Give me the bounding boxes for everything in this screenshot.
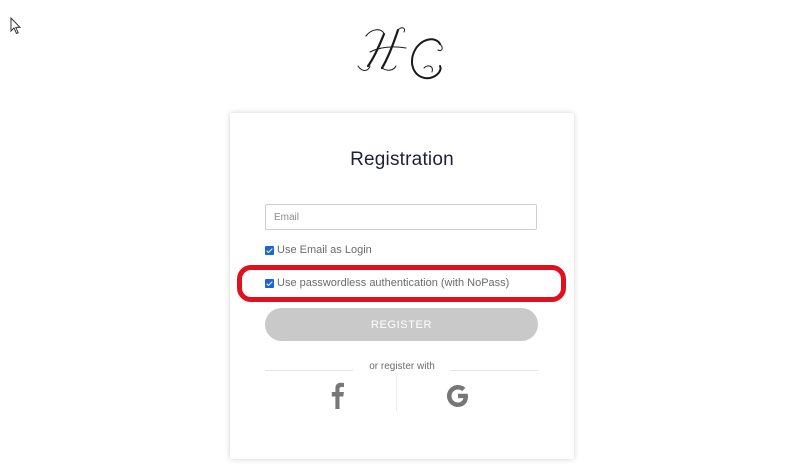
use-email-as-login-option[interactable]: Use Email as Login [265,243,372,257]
use-email-as-login-label: Use Email as Login [277,244,372,256]
email-field[interactable] [265,204,537,230]
mouse-pointer-icon [10,17,22,35]
monogram-logo [357,27,443,80]
page: Registration Use Email as Login Use pass… [0,0,800,472]
use-email-as-login-checkbox[interactable] [265,245,274,255]
register-button[interactable]: REGISTER [265,308,538,341]
registration-card: Registration Use Email as Login Use pass… [230,113,574,459]
registration-title: Registration [350,149,454,170]
passwordless-label: Use passwordless authentication (with No… [277,277,510,289]
passwordless-checkbox[interactable] [265,278,274,288]
social-separator [396,375,397,411]
divider-right [450,370,538,371]
facebook-icon[interactable] [327,381,347,409]
google-icon[interactable] [445,383,471,409]
passwordless-option[interactable]: Use passwordless authentication (with No… [265,276,509,290]
